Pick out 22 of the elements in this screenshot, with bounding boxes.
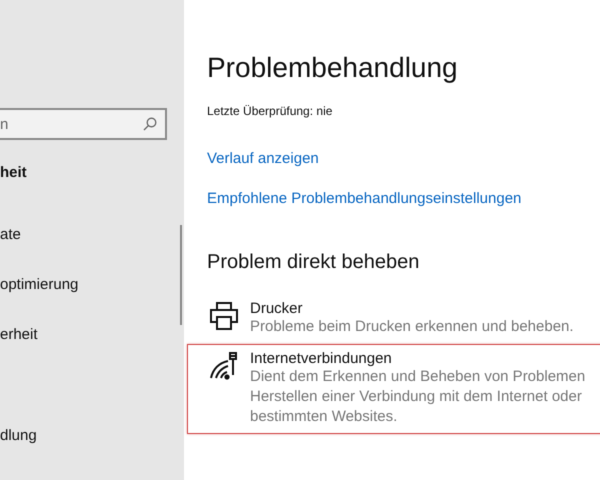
troubleshooter-description: Probleme beim Drucken erkennen und beheben. [250,317,574,337]
troubleshooter-description: Dient dem Erkennen und Beheben von Problemen [250,367,586,387]
sidebar-item[interactable]: dlung [0,427,184,447]
search-icon [143,117,157,131]
link[interactable]: Verlauf anzeigen [207,150,319,167]
troubleshooter-title: Drucker [250,300,304,317]
troubleshooter-item[interactable]: Drucker Probleme beim Drucken erkennen und beheben. [187,294,600,344]
sidebar-heading: heit [0,164,28,183]
troubleshooter-title: Internetverbindungen [250,350,393,367]
troubleshooter-item[interactable]: Internetverbindungen Dient dem Erkennen und Beheben von Problemen Herstellen einer Verbindung mit dem Internet oder bestimmten Websites. [187,344,600,434]
sidebar-item[interactable]: optimierung [0,276,184,296]
sidebar-item[interactable]: erheit [0,326,184,346]
link[interactable]: Empfohlene Problembehandlungseinstellungen [207,190,522,207]
section-title: Problem direkt beheben [207,251,420,274]
last-check-text: Letzte Überprüfung: nie [207,104,334,118]
troubleshooter-description: bestimmten Websites. [250,407,398,427]
search-field[interactable]: n [0,108,167,140]
network-icon [208,350,240,382]
sidebar-item[interactable]: ate [0,226,184,246]
page-title: Problembehandlung [207,52,459,85]
printer-icon [208,300,240,332]
troubleshooter-description: Herstellen einer Verbindung mit dem Internet oder [250,387,583,407]
